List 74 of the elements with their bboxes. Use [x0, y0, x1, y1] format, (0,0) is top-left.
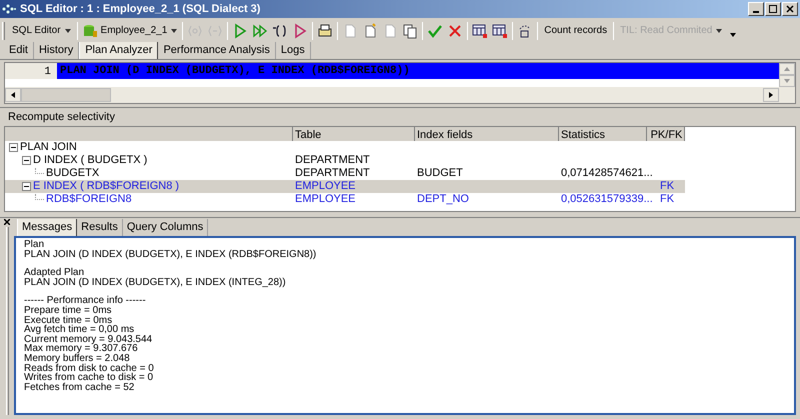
table-cell: FK	[660, 193, 674, 206]
tree-row[interactable]: PLAN JOIN	[5, 141, 685, 154]
caret-icon	[64, 28, 71, 32]
table-cell: 0,052631579339...	[561, 193, 653, 206]
database-icon	[82, 24, 97, 38]
message-line: ------ Performance info ------	[24, 296, 147, 306]
caret-icon	[171, 28, 178, 32]
minimize-button[interactable]	[748, 2, 764, 16]
message-line: Execute time = 0ms	[24, 316, 112, 326]
tab[interactable]: Messages	[17, 219, 78, 236]
braces-icon[interactable]	[272, 22, 288, 38]
maximize-button[interactable]	[765, 2, 781, 16]
tree-node-label: D INDEX ( BUDGETX )	[33, 153, 148, 168]
connection-button[interactable]: Employee_2_1	[80, 20, 180, 40]
scroll-left-icon[interactable]	[11, 92, 15, 98]
close-button[interactable]	[782, 2, 798, 16]
overflow-caret-icon[interactable]	[730, 32, 736, 36]
grid-icon[interactable]	[492, 22, 508, 38]
caret-icon	[716, 28, 722, 32]
table-cell: BUDGET	[417, 167, 463, 180]
grid-icon[interactable]	[472, 22, 488, 38]
table-cell: DEPT_NO	[417, 193, 469, 206]
message-line: PLAN JOIN (D INDEX (BUDGETX), E INDEX (INTEG_28))	[24, 278, 287, 288]
copy-icon[interactable]	[402, 22, 418, 38]
collapse-icon[interactable]	[22, 156, 31, 165]
tree-node-label: E INDEX ( RDB$FOREIGN8 )	[33, 179, 180, 194]
message-line: Plan	[24, 240, 46, 250]
table-cell: 0,071428574621...	[561, 167, 653, 180]
count-records-button[interactable]: Count records	[540, 20, 612, 40]
line-number: 1	[44, 66, 51, 78]
tab[interactable]: Plan Analyzer	[79, 42, 158, 59]
message-line: Reads from disk to cache = 0	[24, 364, 155, 374]
sql-editor-button[interactable]: SQL Editor	[8, 20, 75, 40]
play-icon[interactable]	[292, 22, 308, 38]
tab[interactable]: Performance Analysis	[158, 42, 276, 59]
tab[interactable]: Edit	[4, 42, 34, 59]
message-line: Writes from cache to disk = 0	[24, 373, 154, 383]
check-icon[interactable]	[427, 22, 444, 38]
printer-icon[interactable]	[317, 22, 334, 38]
column-header[interactable]: Index fields	[415, 127, 559, 141]
column-header[interactable]: Table	[293, 127, 415, 141]
message-line: Prepare time = 0ms	[24, 306, 113, 316]
collapse-icon[interactable]	[22, 182, 31, 191]
table-cell: EMPLOYEE	[295, 193, 356, 206]
scroll-right-icon[interactable]	[769, 92, 773, 98]
tree-node-label: BUDGETX	[46, 166, 100, 180]
maximize-icon	[769, 5, 777, 13]
message-line: Avg fetch time = 0,00 ms	[24, 325, 134, 335]
column-header[interactable]: PK/FK	[647, 127, 685, 141]
message-line: Adapted Plan	[24, 268, 84, 278]
table-cell: DEPARTMENT	[295, 167, 370, 180]
tree-node-label: PLAN JOIN	[20, 140, 77, 155]
close-icon	[786, 5, 794, 13]
app-icon	[2, 4, 16, 14]
message-line: Current memory = 9.043.544	[24, 334, 154, 344]
message-line: Memory buffers = 2.048	[24, 354, 130, 364]
horizontal-scrollbar[interactable]	[5, 87, 795, 103]
table-cell: EMPLOYEE	[295, 180, 356, 192]
message-line: Fetches from cache = 52	[24, 382, 136, 392]
tree-node-label: RDB$FOREIGN8	[46, 192, 132, 208]
message-line: Max memory = 9.307.676	[24, 344, 139, 354]
message-line: PLAN JOIN (D INDEX (BUDGETX), E INDEX (RDB$FOREIGN8))	[24, 250, 318, 260]
collapse-icon[interactable]	[9, 143, 18, 152]
tree-row[interactable]: RDB$FOREIGN8 EMPLOYEE DEPT_NO 0,052631579339... FK	[5, 193, 685, 206]
column-header[interactable]: Statistics	[559, 127, 647, 141]
table-cell: DEPARTMENT	[295, 154, 370, 166]
window-title: SQL Editor : 1 : Employee_2_1 (SQL Dialect 3)	[20, 2, 260, 17]
tree-row[interactable]: E INDEX ( RDB$FOREIGN8 ) EMPLOYEE FK	[5, 180, 685, 193]
tree-row[interactable]: D INDEX ( BUDGETX ) DEPARTMENT	[5, 154, 685, 167]
tab[interactable]: Logs	[276, 42, 311, 59]
recompute-selectivity-button[interactable]: Recompute selectivity	[8, 108, 115, 126]
close-icon[interactable]	[4, 219, 10, 225]
table-cell: FK	[660, 180, 674, 192]
tree-row[interactable]: BUDGETX DEPARTMENT BUDGET 0,071428574621...	[5, 167, 685, 180]
